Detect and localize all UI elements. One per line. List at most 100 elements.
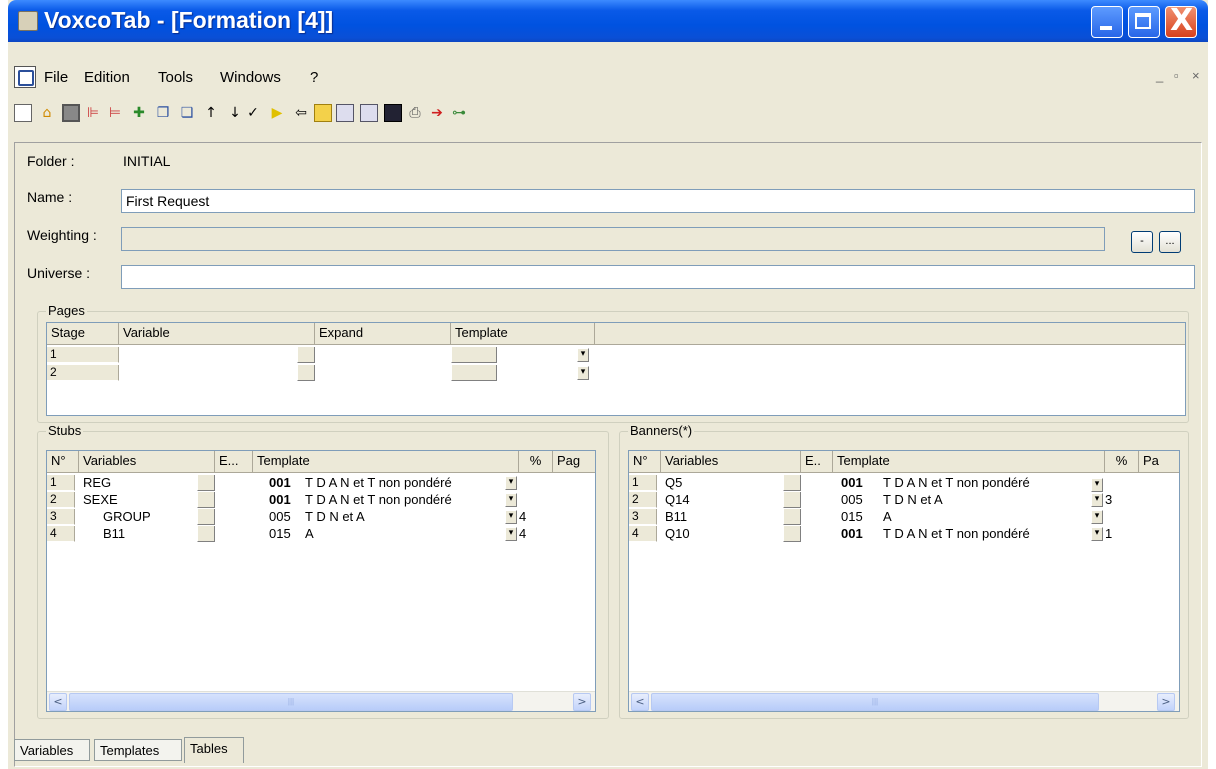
chevron-down-icon[interactable]: ▾ xyxy=(577,348,589,362)
banners-col-template[interactable]: Template xyxy=(833,451,1105,473)
menu-help[interactable]: ? xyxy=(310,69,318,86)
print-icon[interactable]: ⎙ xyxy=(406,104,424,122)
variable-button[interactable] xyxy=(197,475,215,491)
pages-col-stage[interactable]: Stage xyxy=(47,323,119,345)
pages-variable-button[interactable] xyxy=(297,347,315,363)
copy-icon[interactable]: ❐ xyxy=(154,104,172,122)
run-icon[interactable]: ▶ xyxy=(268,104,286,122)
pages-template-code[interactable] xyxy=(451,365,497,381)
close-button[interactable]: X xyxy=(1165,5,1197,38)
pages-row-number[interactable]: 1 xyxy=(47,347,119,363)
variable-button[interactable] xyxy=(783,526,801,542)
stubs-col-expand[interactable]: E... xyxy=(215,451,253,473)
scroll-thumb[interactable]: ||| xyxy=(69,693,513,711)
variable-name[interactable]: REG xyxy=(83,475,111,491)
minimize-button[interactable] xyxy=(1091,6,1123,38)
tab-tables[interactable]: Tables xyxy=(184,737,244,763)
maximize-button[interactable] xyxy=(1128,6,1160,38)
variable-button[interactable] xyxy=(783,509,801,525)
stubs-col-variables[interactable]: Variables xyxy=(79,451,215,473)
back-icon[interactable]: ⇦ xyxy=(292,104,310,122)
chevron-down-icon[interactable]: ▾ xyxy=(505,527,517,541)
pages-col-expand[interactable]: Expand xyxy=(315,323,451,345)
save-icon[interactable] xyxy=(62,104,80,122)
pages-col-variable[interactable]: Variable xyxy=(119,323,315,345)
title-bar[interactable]: VoxcoTab - [Formation [4]] X xyxy=(8,0,1208,42)
percent-value[interactable]: 4 xyxy=(519,509,526,525)
percent-value[interactable]: 3 xyxy=(1105,492,1112,508)
document-icon[interactable] xyxy=(314,104,332,122)
menu-edition[interactable]: Edition xyxy=(84,69,130,86)
open-icon[interactable]: ⌂ xyxy=(38,104,56,122)
chevron-down-icon[interactable]: ▾ xyxy=(1091,493,1103,507)
pages-row-number[interactable]: 2 xyxy=(47,365,119,381)
variable-button[interactable] xyxy=(197,509,215,525)
variable-name[interactable]: SEXE xyxy=(83,492,118,508)
chevron-down-icon[interactable]: ▾ xyxy=(1091,510,1103,524)
banners-col-percent[interactable]: % xyxy=(1105,451,1139,473)
pages-col-template[interactable]: Template xyxy=(451,323,595,345)
chevron-down-icon[interactable]: ▾ xyxy=(1091,478,1103,492)
percent-value[interactable]: 1 xyxy=(1105,526,1112,542)
chevron-down-icon[interactable]: ▾ xyxy=(505,493,517,507)
mdi-restore-button[interactable]: ▫ xyxy=(1174,68,1179,83)
template-name[interactable]: T D A N et T non pondéré xyxy=(883,475,1030,491)
template-name[interactable]: T D N et A xyxy=(883,492,943,508)
banners-col-number[interactable]: N° xyxy=(629,451,661,473)
variable-name[interactable]: Q10 xyxy=(665,526,690,542)
mdi-close-button[interactable]: × xyxy=(1192,68,1200,83)
menu-tools[interactable]: Tools xyxy=(158,69,193,86)
variable-button[interactable] xyxy=(197,526,215,542)
chevron-down-icon[interactable]: ▾ xyxy=(505,476,517,490)
banners-col-variables[interactable]: Variables xyxy=(661,451,801,473)
template-name[interactable]: A xyxy=(305,526,314,542)
move-down-icon[interactable]: ↓ xyxy=(226,104,244,122)
variable-name[interactable]: Q14 xyxy=(665,492,690,508)
validate-icon[interactable]: ✓ xyxy=(244,104,262,122)
scroll-right-icon[interactable]: > xyxy=(573,693,591,711)
template-name[interactable]: T D A N et T non pondéré xyxy=(305,475,452,491)
stubs-col-page[interactable]: Pag xyxy=(553,451,595,473)
banners-hscrollbar[interactable]: < ||| > xyxy=(629,691,1179,711)
variable-button[interactable] xyxy=(197,492,215,508)
insert-row-icon[interactable]: ⊨ xyxy=(106,104,124,122)
export-icon[interactable] xyxy=(384,104,402,122)
menu-windows[interactable]: Windows xyxy=(220,69,281,86)
variable-name[interactable]: Q5 xyxy=(665,475,682,491)
scroll-right-icon[interactable]: > xyxy=(1157,693,1175,711)
variable-name[interactable]: B11 xyxy=(103,526,125,542)
template-name[interactable]: T D A N et T non pondéré xyxy=(305,492,452,508)
chevron-down-icon[interactable]: ▾ xyxy=(1091,527,1103,541)
stubs-col-template[interactable]: Template xyxy=(253,451,519,473)
tree-icon[interactable]: ⊶ xyxy=(450,104,468,122)
pages-variable-button[interactable] xyxy=(297,365,315,381)
stubs-col-number[interactable]: N° xyxy=(47,451,79,473)
variable-button[interactable] xyxy=(783,492,801,508)
variable-button[interactable] xyxy=(783,475,801,491)
tab-templates[interactable]: Templates xyxy=(94,739,182,761)
banners-col-page[interactable]: Pa xyxy=(1139,451,1179,473)
template-name[interactable]: T D N et A xyxy=(305,509,365,525)
weighting-browse-button[interactable]: ... xyxy=(1159,231,1181,253)
variable-name[interactable]: B11 xyxy=(665,509,687,525)
chevron-down-icon[interactable]: ▾ xyxy=(577,366,589,380)
paste-icon[interactable]: ❏ xyxy=(178,104,196,122)
template-name[interactable]: A xyxy=(883,509,892,525)
variable-name[interactable]: GROUP xyxy=(103,509,151,525)
move-up-icon[interactable]: ↑ xyxy=(202,104,220,122)
app-icon[interactable] xyxy=(18,11,38,31)
banners-col-expand[interactable]: E.. xyxy=(801,451,833,473)
document-window-icon[interactable] xyxy=(14,66,36,88)
percent-value[interactable]: 4 xyxy=(519,526,526,542)
mdi-minimize-button[interactable]: _ xyxy=(1156,68,1163,83)
weighting-field[interactable] xyxy=(121,227,1105,251)
weighting-clear-button[interactable]: - xyxy=(1131,231,1153,253)
scroll-left-icon[interactable]: < xyxy=(49,693,67,711)
insert-column-icon[interactable]: ⊫ xyxy=(84,104,102,122)
stubs-col-percent[interactable]: % xyxy=(519,451,553,473)
scroll-left-icon[interactable]: < xyxy=(631,693,649,711)
list-icon[interactable] xyxy=(336,104,354,122)
scroll-thumb[interactable]: ||| xyxy=(651,693,1099,711)
add-icon[interactable]: ✚ xyxy=(130,104,148,122)
pages-template-code[interactable] xyxy=(451,347,497,363)
